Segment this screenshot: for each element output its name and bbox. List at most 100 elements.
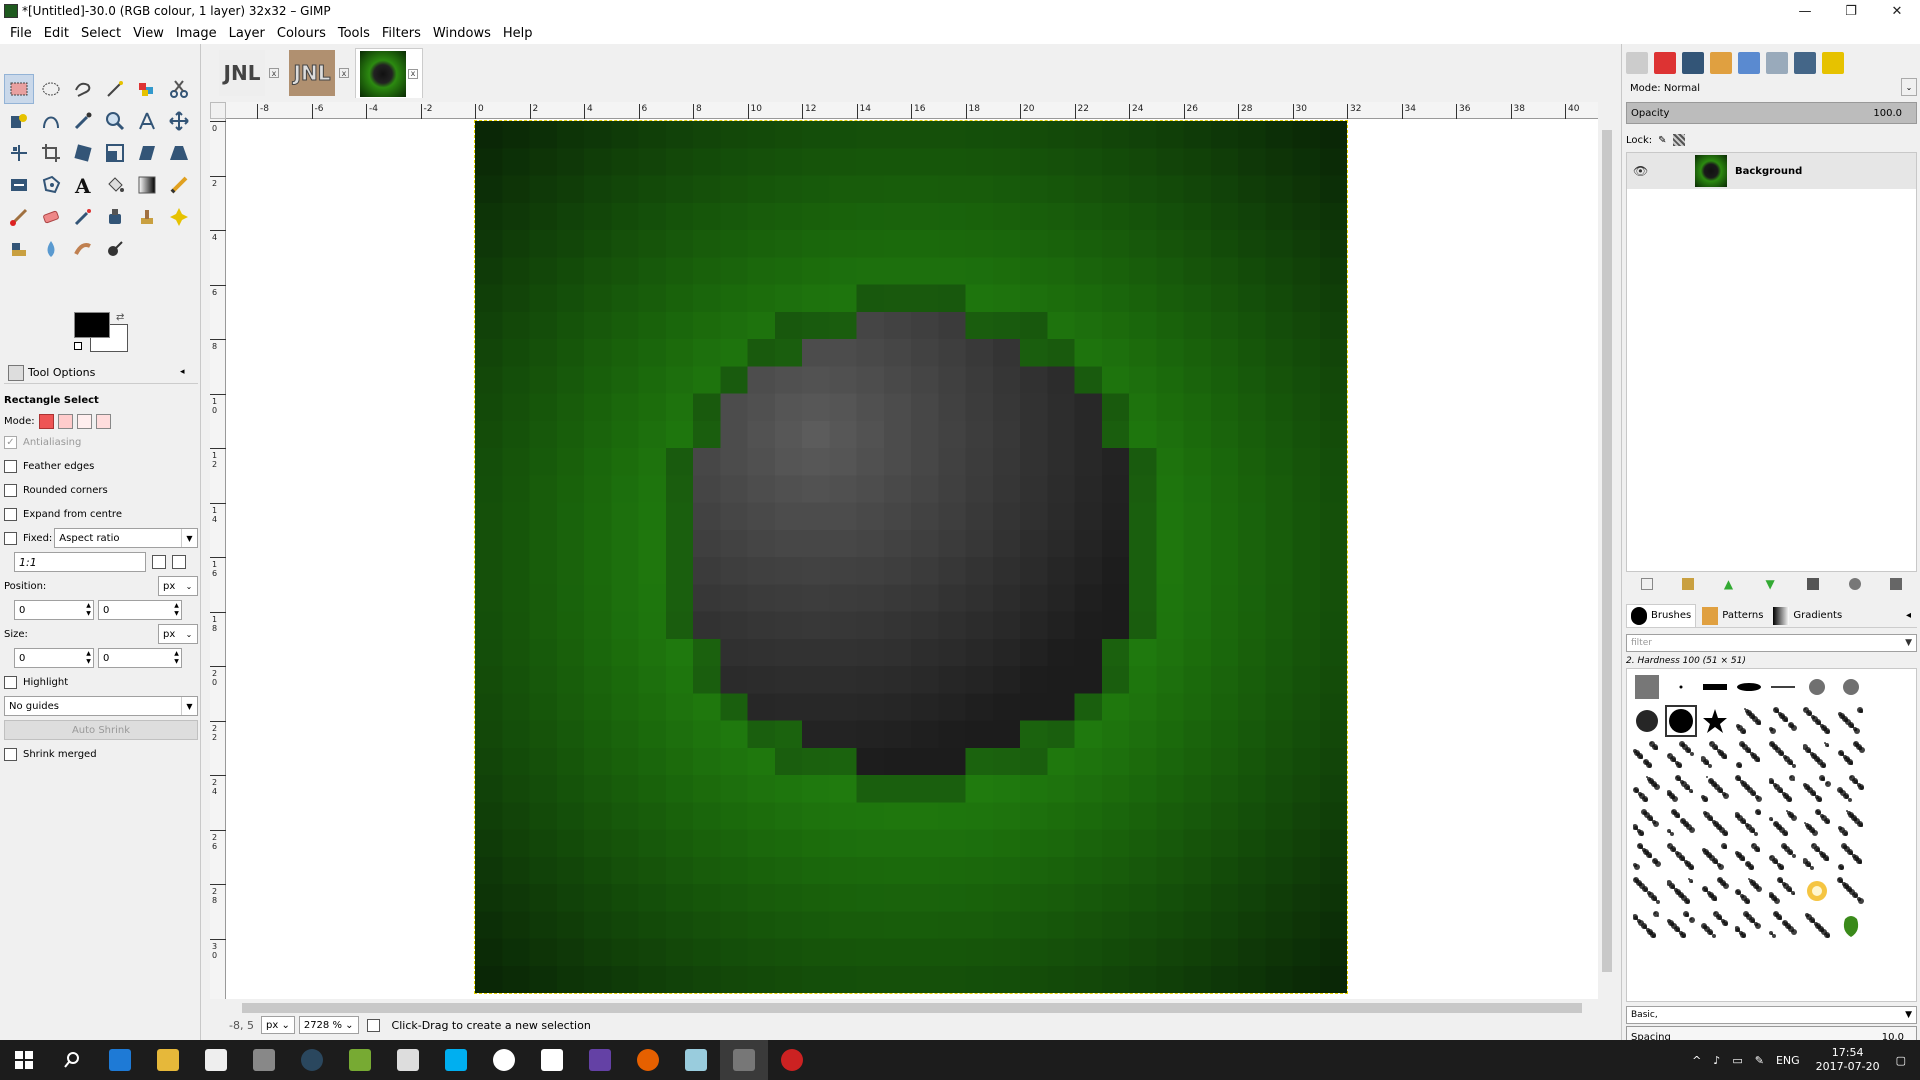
eraser-tool-icon[interactable] [36,202,66,232]
default-colors-icon[interactable] [74,342,82,350]
shrink-merged-checkbox[interactable] [4,747,17,761]
language-indicator[interactable]: ENG [1776,1054,1800,1067]
smudge-tool-icon[interactable] [68,234,98,264]
mode-intersect-icon[interactable] [95,413,111,429]
brush-thumbnail[interactable] [1801,909,1833,941]
vertical-scroll-thumb[interactable] [1602,130,1612,972]
taskbar-notepad[interactable] [528,1040,576,1080]
maximize-button[interactable]: ❐ [1828,0,1874,22]
taskbar-twitch[interactable] [576,1040,624,1080]
shear-tool-icon[interactable] [132,138,162,168]
search-button[interactable] [48,1040,96,1080]
foreground-select-tool-icon[interactable] [4,106,34,136]
align-tool-icon[interactable] [4,138,34,168]
blend-tool-icon[interactable] [132,170,162,200]
brush-thumbnail[interactable] [1699,705,1731,737]
chevron-up-icon[interactable]: ^ [1692,1054,1701,1067]
brush-thumbnail[interactable] [1665,909,1697,941]
color-picker-tool-icon[interactable] [68,106,98,136]
close-tab-icon[interactable]: x [408,68,418,79]
brush-thumbnail[interactable] [1699,875,1731,907]
brush-thumbnail[interactable] [1665,773,1697,805]
spin-arrows-icon[interactable]: ▲ ▼ [84,649,93,667]
close-button[interactable]: ✕ [1874,0,1920,22]
brush-thumbnail[interactable] [1733,773,1765,805]
menu-filters[interactable]: Filters [376,26,427,41]
brush-thumbnail[interactable] [1801,705,1833,737]
menu-view[interactable]: View [127,26,170,41]
brush-thumbnail[interactable] [1835,705,1867,737]
scale-tool-icon[interactable] [100,138,130,168]
position-x-input[interactable]: 0 ▲ ▼ [14,600,94,620]
brush-thumbnail[interactable] [1767,739,1799,771]
menu-tools[interactable]: Tools [332,26,376,41]
notifications-icon[interactable]: ▢ [1896,1054,1906,1067]
channels-tab-icon[interactable] [1654,52,1676,74]
brush-thumbnail[interactable] [1699,841,1731,873]
bucket-fill-tool-icon[interactable] [100,170,130,200]
taskbar-steam[interactable] [288,1040,336,1080]
heal-tool-icon[interactable] [164,202,194,232]
brush-thumbnail[interactable] [1767,705,1799,737]
brush-thumbnail[interactable] [1767,671,1799,703]
clone-tool-icon[interactable] [132,202,162,232]
position-y-input[interactable]: 0 ▲ ▼ [98,600,182,620]
brush-thumbnail[interactable] [1665,671,1697,703]
auto-shrink-button[interactable]: Auto Shrink [4,720,198,740]
rotate-tool-icon[interactable] [68,138,98,168]
unit-dropdown[interactable]: px ⌄ [261,1016,295,1034]
position-unit-dropdown[interactable]: px ⌄ [158,576,198,596]
brush-set-dropdown[interactable]: Basic, ▼ [1626,1006,1917,1024]
brush-thumbnail[interactable] [1801,773,1833,805]
horizontal-scroll-thumb[interactable] [242,1003,1582,1013]
perspective-tool-icon[interactable] [164,138,194,168]
airbrush-tool-icon[interactable] [68,202,98,232]
aspect-ratio-input[interactable]: 1:1 [14,552,146,572]
text-tool-icon[interactable]: A [68,170,98,200]
taskbar-firefox[interactable] [624,1040,672,1080]
brush-thumbnail[interactable] [1733,807,1765,839]
spin-arrows-icon[interactable]: ▲ ▼ [172,649,181,667]
ink-tool-icon[interactable] [100,202,130,232]
duplicate-layer-icon[interactable] [1807,578,1820,590]
mode-subtract-icon[interactable] [76,413,92,429]
brush-thumbnail[interactable] [1835,671,1867,703]
size-h-input[interactable]: 0 ▲ ▼ [98,648,182,668]
menu-windows[interactable]: Windows [427,26,497,41]
tab-menu-icon[interactable]: ◂ [180,367,192,379]
taskbar-app-3[interactable] [480,1040,528,1080]
taskbar-explorer[interactable] [144,1040,192,1080]
image-tab-2[interactable]: JNL x [285,48,353,98]
paintbrush-tool-icon[interactable] [4,202,34,232]
brush-thumbnail[interactable] [1733,909,1765,941]
brush-thumbnail[interactable] [1835,841,1867,873]
vertical-ruler[interactable]: 0 2 4 6 8 10 12 14 16 18 20 22 24 26 28 30 [210,119,226,999]
brush-thumbnail[interactable] [1733,739,1765,771]
start-button[interactable] [0,1040,48,1080]
rounded-corners-checkbox[interactable] [4,483,17,497]
brush-thumbnail[interactable] [1835,807,1867,839]
brush-thumbnail[interactable] [1733,875,1765,907]
select-by-color-tool-icon[interactable] [132,74,162,104]
size-unit-dropdown[interactable]: px ⌄ [158,624,198,644]
expand-from-centre-checkbox[interactable] [4,507,17,521]
brush-thumbnail[interactable] [1835,875,1867,907]
taskbar-skype[interactable] [432,1040,480,1080]
brush-thumbnail[interactable] [1733,671,1765,703]
menu-edit[interactable]: Edit [38,26,75,41]
opacity-slider[interactable]: Opacity 100.0 [1626,102,1917,124]
swap-colors-icon[interactable]: ⇄ [116,312,124,323]
brush-thumbnail[interactable] [1801,841,1833,873]
pointer-tab-icon[interactable] [1738,52,1760,74]
perspective-clone-tool-icon[interactable] [4,234,34,264]
brush-thumbnail[interactable] [1665,705,1697,737]
network-icon[interactable]: ▭ [1732,1054,1742,1067]
brush-thumbnail[interactable] [1665,739,1697,771]
brush-thumbnail[interactable] [1699,909,1731,941]
horizontal-ruler[interactable]: -8 -6 -4 -2 0 2 4 6 8 10 12 14 16 18 20 22 24 26 28 30 32 34 3… [226,102,1598,119]
colormap-tab-icon[interactable] [1710,52,1732,74]
brush-thumbnail[interactable] [1767,909,1799,941]
blur-sharpen-tool-icon[interactable] [36,234,66,264]
brush-thumbnail[interactable] [1801,739,1833,771]
brush-thumbnail[interactable] [1631,841,1663,873]
